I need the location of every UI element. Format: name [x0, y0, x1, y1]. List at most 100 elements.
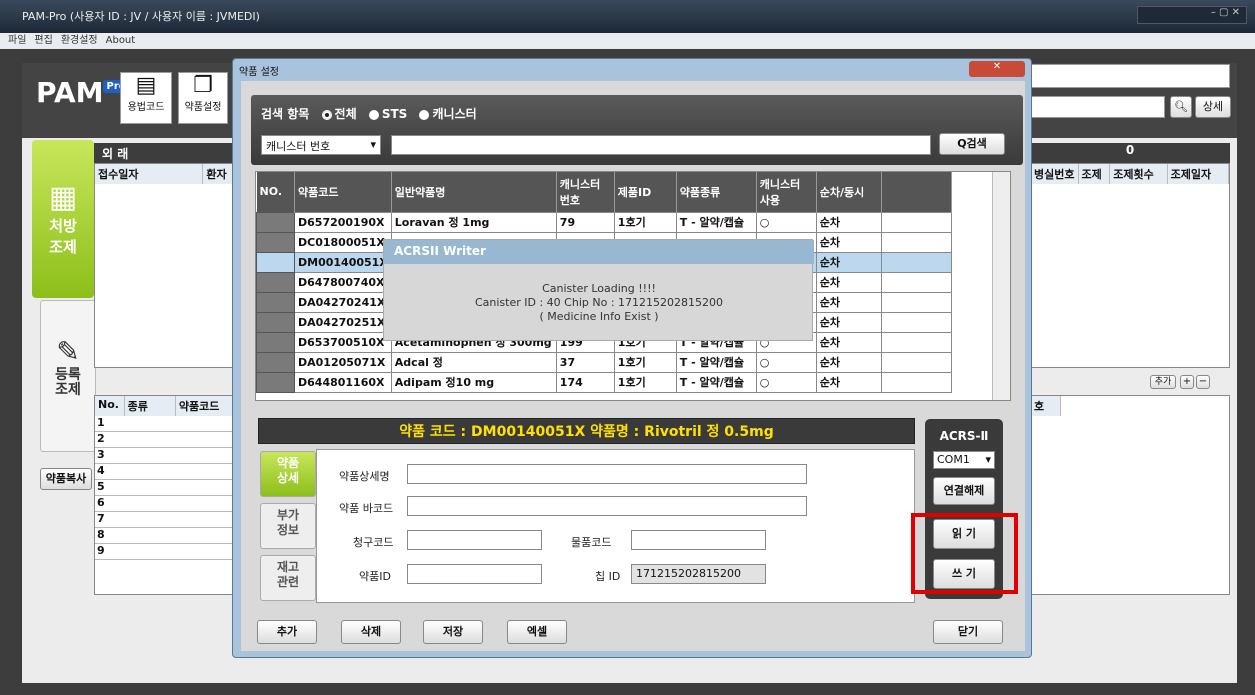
cell-code: D653700510X: [294, 331, 392, 353]
claim-code-label: 청구코드: [353, 536, 394, 549]
popup-line-2: Canister ID : 40 Chip No : 1712152028152…: [474, 296, 723, 309]
title-bar: PAM-Pro (사용자 ID : JV / 사용자 이름 : JVMEDI) …: [0, 0, 1255, 33]
cell-code: DA04270251X: [294, 311, 392, 333]
detail-name-label: 약품상세명: [339, 470, 390, 483]
menu-about[interactable]: About: [106, 35, 136, 46]
radio-sts[interactable]: [368, 109, 379, 120]
minus-icon[interactable]: −: [1196, 375, 1210, 389]
cell-name: Adcal 정: [390, 351, 557, 373]
cell-can: 79: [555, 211, 615, 233]
table-row[interactable]: DA01205071X Adcal 정 37 1호기 T - 알약/캡슐 ○ 순차: [256, 351, 952, 373]
cell-code: D647800740X: [294, 271, 392, 293]
cell-seq: 순차: [815, 351, 882, 373]
window-title: PAM-Pro (사용자 ID : JV / 사용자 이름 : JVMEDI): [22, 10, 260, 23]
detail-button[interactable]: 상세: [1195, 96, 1231, 118]
top-search-input[interactable]: [1030, 96, 1165, 118]
cell-seq: 순차: [815, 231, 882, 253]
drug-id-field[interactable]: [407, 564, 542, 584]
popup-title: ACRSII Writer: [384, 240, 814, 264]
add-button[interactable]: 추가: [257, 620, 317, 644]
prescription-tab[interactable]: ▦ 처방 조제: [32, 140, 94, 298]
close-icon[interactable]: ✕: [969, 61, 1025, 77]
lower-right-grid[interactable]: 호: [1030, 395, 1230, 595]
close-button[interactable]: 닫기: [933, 620, 1003, 644]
cell-code: D657200190X: [294, 211, 392, 233]
search-input[interactable]: [391, 135, 931, 155]
cell-type: T - 알약/캡슐: [675, 351, 757, 373]
cell-seq: 순차: [815, 211, 882, 233]
search-icon[interactable]: 🔍︎: [1170, 96, 1192, 118]
cell-can: 174: [555, 371, 615, 393]
add-row-button[interactable]: 추가: [1150, 375, 1176, 389]
cell-seq: 순차: [815, 271, 882, 293]
logistics-code-label: 물품코드: [571, 536, 612, 549]
detail-panel: 약품상세명 약품 바코드 청구코드 물품코드 약품ID 칩 ID 1712152…: [316, 449, 915, 603]
com-port-select[interactable]: COM1 ▾: [933, 451, 995, 469]
plus-icon[interactable]: +: [1180, 375, 1194, 389]
drug-code-bar: 약품 코드 : DM00140051X 약품명 : Rivotril 정 0.5…: [258, 418, 915, 444]
prescription-icon: ▦: [48, 180, 78, 215]
save-button[interactable]: 저장: [423, 620, 483, 644]
barcode-field[interactable]: [407, 496, 807, 516]
search-button[interactable]: Q검색: [939, 133, 1005, 155]
right-grid[interactable]: 병실번호 조제 조제횟수 조제일자: [1030, 163, 1230, 368]
popup-line-3: ( Medicine Info Exist ): [539, 310, 659, 323]
cell-name: Adipam 정10 mg: [390, 371, 557, 393]
menu-edit[interactable]: 편집: [34, 35, 52, 46]
search-panel: 검색 항목 전체 STS 캐니스터 캐니스터 번호 ▾ Q검색: [251, 95, 1023, 165]
logistics-code-field[interactable]: [631, 530, 766, 550]
cell-seq: 순차: [815, 311, 882, 333]
cell-code: DA01205071X: [294, 351, 392, 373]
cell-type: T - 알약/캡슐: [675, 371, 757, 393]
excel-button[interactable]: 엑셀: [507, 620, 567, 644]
tab-extra-info[interactable]: 부가 정보: [260, 503, 316, 549]
logo: PAM Pro: [36, 76, 129, 109]
outpatient-grid[interactable]: 접수일자 환자: [94, 163, 234, 368]
tab-stock[interactable]: 재고 관련: [260, 555, 316, 601]
cell-use: ○: [755, 351, 817, 373]
radio-canister[interactable]: [419, 109, 430, 120]
cell-type: T - 알약/캡슐: [675, 211, 757, 233]
search-options: 검색 항목 전체 STS 캐니스터: [261, 107, 477, 121]
window-controls[interactable]: – ▢ ✕: [1137, 6, 1247, 24]
cell-pid: 1호기: [613, 351, 677, 373]
claim-code-field[interactable]: [407, 530, 542, 550]
tab-drug-detail[interactable]: 약품 상세: [260, 451, 316, 497]
register-tab[interactable]: ✎ 등록 조제: [40, 300, 96, 452]
menu-settings[interactable]: 환경설정: [61, 35, 98, 46]
radio-all[interactable]: [321, 109, 332, 120]
chip-id-field: 171215202815200: [631, 564, 766, 584]
table-row[interactable]: D644801160X Adipam 정10 mg 174 1호기 T - 알약/캡슐 ○…: [256, 371, 952, 393]
popup-line-1: Canister Loading !!!!: [542, 282, 656, 295]
table-scrollbar[interactable]: [992, 172, 1010, 400]
cell-use: ○: [755, 211, 817, 233]
cell-use: ○: [755, 371, 817, 393]
cell-code: DM00140051X: [294, 251, 392, 273]
cell-seq: 순차: [815, 251, 882, 273]
barcode-label: 약품 바코드: [339, 502, 394, 515]
cell-name: Loravan 정 1mg: [390, 211, 557, 233]
cell-pid: 1호기: [613, 371, 677, 393]
cell-seq: 순차: [815, 371, 882, 393]
cell-pid: 1호기: [613, 211, 677, 233]
highlight-box: [911, 513, 1018, 594]
cell-code: D644801160X: [294, 371, 392, 393]
dialog-title: 약품 설정: [239, 67, 279, 78]
drug-id-label: 약품ID: [359, 570, 391, 583]
detail-name-field[interactable]: [407, 464, 807, 484]
search-field-select[interactable]: 캐니스터 번호 ▾: [261, 135, 381, 155]
table-row[interactable]: D657200190X Loravan 정 1mg 79 1호기 T - 알약/캡슐 ○ 순…: [256, 211, 952, 233]
drug-list-grid[interactable]: No. 종류 약품코드 123456789: [94, 395, 234, 595]
delete-button[interactable]: 삭제: [341, 620, 401, 644]
top-select[interactable]: [1030, 64, 1230, 88]
disconnect-button[interactable]: 연결해제: [933, 477, 995, 505]
outpatient-count: 0: [1030, 143, 1230, 163]
cell-seq: 순차: [815, 291, 882, 313]
dose-code-button[interactable]: ▤ 용법코드: [120, 72, 172, 124]
menu-file[interactable]: 파일: [8, 35, 26, 46]
drug-setting-button[interactable]: ❐ 약품설정: [178, 72, 228, 124]
menu-bar: 파일 편집 환경설정 About: [0, 33, 1255, 49]
drug-copy-button[interactable]: 약품복사: [40, 468, 92, 490]
chip-id-label: 칩 ID: [595, 570, 621, 583]
loading-popup: ACRSII Writer Canister Loading !!!! Cani…: [383, 239, 814, 341]
